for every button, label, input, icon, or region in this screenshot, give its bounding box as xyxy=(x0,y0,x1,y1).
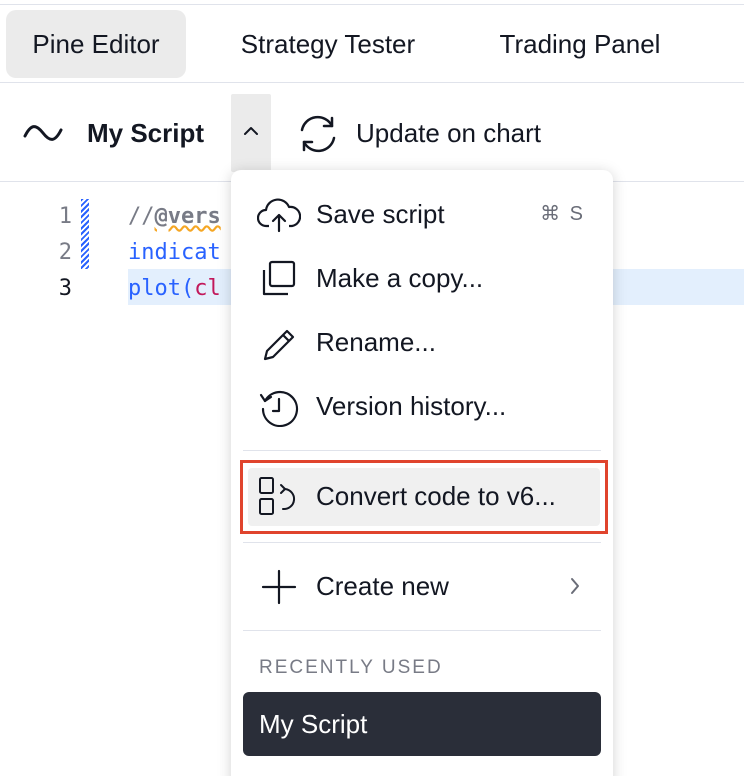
line-number: 2 xyxy=(58,240,72,265)
menu-item-convert-code[interactable]: Convert code to v6... xyxy=(231,466,613,526)
menu-item-label: Make a copy... xyxy=(316,263,484,293)
code-line-1[interactable]: //@vers xyxy=(128,199,221,235)
version-annotation: @vers xyxy=(154,204,221,229)
top-border xyxy=(0,0,744,5)
tab-trading-panel[interactable]: Trading Panel xyxy=(470,10,690,78)
indicator-keyword: indicat xyxy=(128,240,221,265)
indicator-wave-icon xyxy=(23,125,63,141)
script-menu-toggle-button[interactable] xyxy=(231,94,271,172)
plot-argument: cl xyxy=(194,276,221,301)
plus-icon xyxy=(261,569,297,605)
menu-item-rename[interactable]: Rename... xyxy=(231,312,613,372)
cloud-upload-icon xyxy=(257,198,301,233)
pencil-icon xyxy=(263,329,295,361)
tab-pine-editor[interactable]: Pine Editor xyxy=(6,10,186,78)
menu-item-label: Save script xyxy=(316,199,445,229)
menu-item-create-new[interactable]: Create new xyxy=(231,556,613,616)
chevron-right-icon xyxy=(571,578,579,594)
copy-icon xyxy=(262,260,296,296)
script-dropdown-menu: Save script ⌘ S Make a copy... Rename...… xyxy=(231,170,613,776)
plot-keyword: plot( xyxy=(128,276,195,301)
line-number: 3 xyxy=(58,276,72,301)
editor-toolbar: My Script Update on chart xyxy=(0,84,744,182)
menu-item-version-history[interactable]: Version history... xyxy=(231,376,613,436)
modified-lines-marker xyxy=(81,199,89,269)
recently-used-heading: RECENTLY USED xyxy=(259,657,443,678)
refresh-icon xyxy=(300,115,336,153)
menu-item-save-script[interactable]: Save script ⌘ S xyxy=(231,184,613,244)
menu-item-label: Version history... xyxy=(316,391,507,421)
menu-item-label: Create new xyxy=(316,571,449,601)
script-name-title[interactable]: My Script xyxy=(87,114,204,152)
menu-divider xyxy=(243,630,601,631)
bottom-panel-tabs: Pine Editor Strategy Tester Trading Pane… xyxy=(0,6,744,83)
menu-divider xyxy=(243,450,601,451)
tab-strategy-tester[interactable]: Strategy Tester xyxy=(208,10,448,78)
code-line-2[interactable]: indicat xyxy=(128,235,221,271)
chevron-up-icon xyxy=(244,127,258,135)
menu-item-label: Rename... xyxy=(316,327,436,357)
history-icon xyxy=(259,390,299,427)
comment-prefix: // xyxy=(128,204,155,229)
menu-item-make-copy[interactable]: Make a copy... xyxy=(231,248,613,308)
recent-script-item[interactable]: My Script xyxy=(243,692,601,756)
save-shortcut-hint: ⌘ S xyxy=(540,203,585,225)
menu-item-label: Convert code to v6... xyxy=(316,481,556,511)
update-on-chart-label: Update on chart xyxy=(356,118,542,148)
recent-script-label: My Script xyxy=(259,709,368,739)
menu-divider xyxy=(243,542,601,543)
line-number: 1 xyxy=(58,204,72,229)
code-line-3[interactable]: plot(cl xyxy=(128,271,221,307)
convert-icon xyxy=(259,477,295,515)
update-on-chart-button[interactable]: Update on chart xyxy=(294,108,594,158)
